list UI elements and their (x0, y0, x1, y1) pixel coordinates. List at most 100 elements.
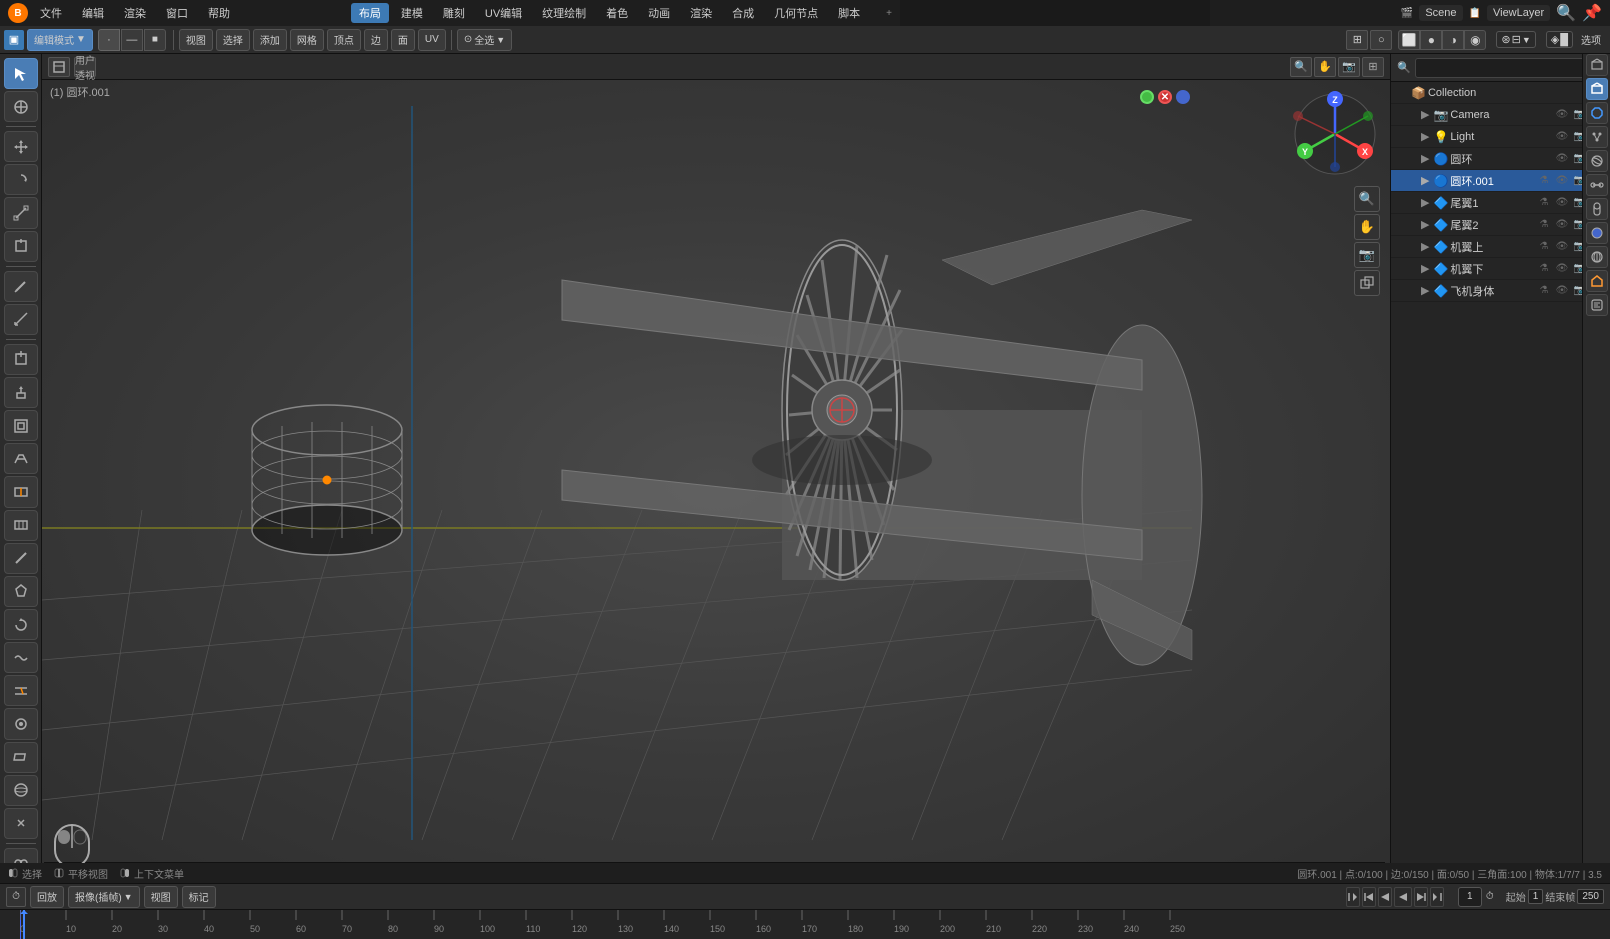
workspace-compositing[interactable]: 合成 (724, 3, 762, 23)
outliner-item-light[interactable]: ▶ 💡 Light 👁 📷 ⚙ (1391, 126, 1610, 148)
timeline-timer-icon[interactable]: ⏱ (1486, 891, 1494, 902)
current-frame-display[interactable]: 1 (1458, 887, 1482, 907)
body-filter1[interactable]: ⚗ (1536, 283, 1552, 299)
workspace-render[interactable]: 渲染 (682, 3, 720, 23)
workspace-shading[interactable]: 着色 (598, 3, 636, 23)
menu-item-file[interactable]: 文件 (32, 3, 70, 23)
snap-chevron[interactable]: ▼ (1522, 35, 1531, 45)
viewport-camera-btn[interactable]: 📷 (1338, 57, 1360, 77)
workspace-sculpt[interactable]: 雕刻 (435, 3, 473, 23)
camera-visibility[interactable]: 👁 (1554, 107, 1570, 123)
cursor-tool[interactable] (4, 91, 38, 122)
prop-renderlayer-icon[interactable] (1586, 54, 1608, 76)
spin-tool[interactable] (4, 609, 38, 640)
mesh-menu[interactable]: 网格 (290, 29, 324, 51)
loop-cut-tool[interactable] (4, 476, 38, 507)
vertex-select-mode[interactable]: · (98, 29, 120, 51)
vertex-menu[interactable]: 顶点 (327, 29, 361, 51)
plus-workspace[interactable]: + (886, 8, 892, 19)
measure-tool[interactable] (4, 304, 38, 335)
timeline-view[interactable]: 视图 (144, 886, 178, 908)
smooth-tool[interactable] (4, 642, 38, 673)
outliner-item-wing-bottom[interactable]: ▶ 🔷 机翼下 ⚗ 👁 📷 ⚙ (1391, 258, 1610, 280)
outliner-item-ring-001[interactable]: ▶ 🔵 圆环.001 ⚗ 👁 📷 ⚙ (1391, 170, 1610, 192)
prop-object-icon[interactable] (1586, 78, 1608, 100)
menu-item-edit[interactable]: 编辑 (74, 3, 112, 23)
shrink-fatten-tool[interactable] (4, 708, 38, 739)
tail1-filter1[interactable]: ⚗ (1536, 195, 1552, 211)
play-end-btn[interactable] (1430, 887, 1444, 907)
wireframe-mode[interactable]: ⬜ (1398, 30, 1420, 50)
timeline-playback[interactable]: 回放 (30, 886, 64, 908)
edge-slide-tool[interactable] (4, 675, 38, 706)
prop-particles-icon[interactable] (1586, 126, 1608, 148)
edge-menu[interactable]: 边 (364, 29, 388, 51)
perspective-toggle[interactable] (1354, 270, 1380, 296)
edit-mode-selector[interactable]: 编辑模式 ▼ (27, 29, 93, 51)
nav-gizmo-svg[interactable]: Z X Y (1290, 89, 1380, 179)
overlay-toggle[interactable]: ○ (1370, 30, 1392, 50)
face-menu[interactable]: 面 (391, 29, 415, 51)
annotate-tool[interactable] (4, 271, 38, 302)
bevel-tool[interactable] (4, 443, 38, 474)
select-menu[interactable]: 选择 (216, 29, 250, 51)
wingbot-filter1[interactable]: ⚗ (1536, 261, 1552, 277)
light-visibility[interactable]: 👁 (1554, 129, 1570, 145)
outliner-search-input[interactable] (1415, 58, 1604, 78)
workspace-modeling[interactable]: 建模 (393, 3, 431, 23)
offset-edge-tool[interactable] (4, 510, 38, 541)
prop-world-icon[interactable] (1586, 246, 1608, 268)
mode-icon[interactable]: ▣ (4, 30, 24, 50)
menu-item-window[interactable]: 窗口 (158, 3, 196, 23)
solid-mode[interactable]: ● (1420, 30, 1442, 50)
scene-selector[interactable]: Scene (1419, 5, 1462, 21)
edge-select-mode[interactable]: — (121, 29, 143, 51)
workspace-animation[interactable]: 动画 (640, 3, 678, 23)
workspace-texture[interactable]: 纹理绘制 (534, 3, 594, 23)
prop-modifier-icon[interactable] (1586, 102, 1608, 124)
play-start-btn[interactable] (1346, 887, 1360, 907)
body-visibility[interactable]: 👁 (1554, 283, 1570, 299)
material-mode[interactable]: ◑ (1442, 30, 1464, 50)
outliner-item-tail1[interactable]: ▶ 🔷 尾翼1 ⚗ 👁 📷 ⚙ (1391, 192, 1610, 214)
camera-view-btn[interactable]: 📷 (1354, 242, 1380, 268)
options-btn[interactable]: 选项 (1576, 32, 1606, 47)
prop-constraints-icon[interactable] (1586, 174, 1608, 196)
timeline-mode-icon[interactable]: ⏱ (6, 887, 26, 907)
end-frame-input[interactable]: 250 (1577, 889, 1604, 904)
search-icon[interactable]: 🔍 (1556, 3, 1576, 23)
start-frame-input[interactable]: 1 (1528, 889, 1544, 904)
shear-tool[interactable] (4, 742, 38, 773)
extrude-tool[interactable] (4, 377, 38, 408)
snap-magnet[interactable]: ⊛ (1501, 33, 1510, 46)
view-menu[interactable]: 视图 (179, 29, 213, 51)
proportional-edit[interactable]: ⊙ 全选 ▼ (457, 29, 512, 51)
tail1-visibility[interactable]: 👁 (1554, 195, 1570, 211)
transform-tool[interactable] (4, 231, 38, 262)
prop-objdata-icon[interactable] (1586, 270, 1608, 292)
to-sphere-tool[interactable] (4, 775, 38, 806)
outliner-scene-collection[interactable]: 📦 Collection (1391, 82, 1610, 104)
play-next-btn[interactable] (1414, 887, 1428, 907)
wingbot-visibility[interactable]: 👁 (1554, 261, 1570, 277)
viewport[interactable]: 用户透视 🔍 ✋ 📷 ⊞ (1) 圆环.001 (42, 54, 1390, 883)
workspace-geometry-nodes[interactable]: 几何节点 (766, 3, 826, 23)
prop-material-icon[interactable] (1586, 222, 1608, 244)
rotate-tool[interactable] (4, 164, 38, 195)
view-label-btn[interactable]: 用户透视 (74, 57, 96, 77)
render-mode[interactable]: ◉ (1464, 30, 1486, 50)
select-tool[interactable] (4, 58, 38, 89)
wingtop-visibility[interactable]: 👁 (1554, 239, 1570, 255)
ring-visibility[interactable]: 👁 (1554, 151, 1570, 167)
tail2-filter1[interactable]: ⚗ (1536, 217, 1552, 233)
add-menu[interactable]: 添加 (253, 29, 287, 51)
outliner-item-ring[interactable]: ▶ 🔵 圆环 👁 📷 ⚙ (1391, 148, 1610, 170)
menu-item-help[interactable]: 帮助 (200, 3, 238, 23)
workspace-uv[interactable]: UV编辑 (477, 3, 530, 23)
wingtop-filter1[interactable]: ⚗ (1536, 239, 1552, 255)
poly-build-tool[interactable] (4, 576, 38, 607)
view-layer-selector[interactable]: ViewLayer (1487, 5, 1550, 21)
timeline-markers[interactable]: 标记 (182, 886, 216, 908)
viewport-display-btn[interactable]: ⊞ (1362, 57, 1384, 77)
play-stop-btn[interactable] (1394, 887, 1412, 907)
